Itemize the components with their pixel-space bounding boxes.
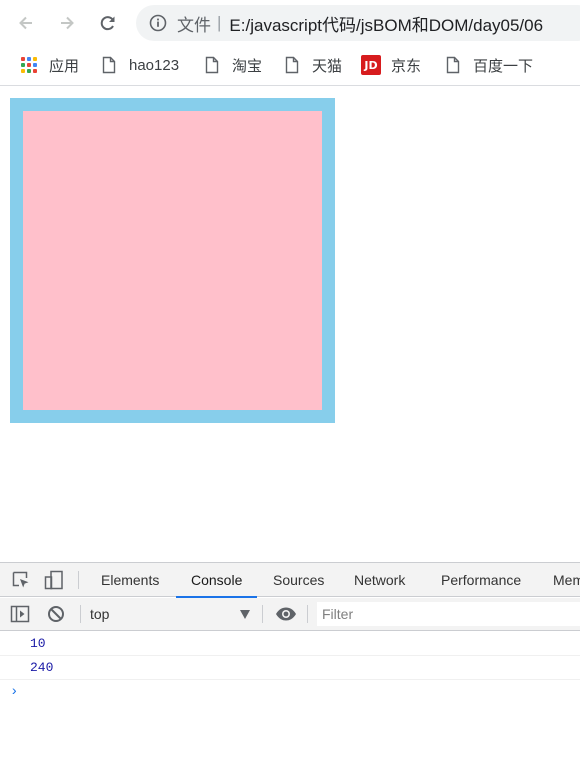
chevron-down-icon[interactable] [240,610,250,619]
outer-box [10,98,335,423]
forward-button[interactable] [53,9,81,37]
bookmark-hao123[interactable]: hao123 [100,46,179,84]
bookmark-label: hao123 [129,56,180,74]
bookmark-apps[interactable]: 应用 [20,46,79,84]
console-log-row: 10 [0,632,580,656]
bookmark-label: 淘宝 [232,57,263,75]
toolbar-divider [80,605,81,623]
tab-divider [78,571,79,589]
sidebar-toggle-icon[interactable] [10,604,30,624]
toolbar-divider [262,605,263,623]
reload-icon [100,16,115,31]
tab-network[interactable]: Network [354,563,405,597]
tab-elements[interactable]: Elements [101,563,159,597]
browser-toolbar: 文件 | E:/javascript代码/jsBOM和DOM/day05/06 [0,0,580,46]
inner-box [23,111,322,410]
page-icon [283,56,301,74]
back-arrow-icon [19,16,32,30]
bookmark-label: 京东 [391,57,422,75]
bookmark-label: 应用 [49,57,80,75]
jd-logo-icon: JD [361,55,381,75]
filter-input[interactable] [317,602,580,626]
bookmark-label: 天猫 [312,57,343,75]
scheme-separator: | [217,13,222,32]
tab-memory[interactable]: Mem [553,563,580,597]
tab-console[interactable]: Console [175,563,258,598]
bookmark-baidu[interactable]: 百度一下 [444,46,533,84]
console-log-row: 240 [0,656,580,680]
apps-grid-icon [20,56,38,74]
page-viewport [0,87,580,562]
bookmark-taobao[interactable]: 淘宝 [203,46,262,84]
bookmark-tmall[interactable]: 天猫 [283,46,342,84]
clear-console-icon[interactable] [46,604,66,624]
scheme-label: 文件 [177,15,211,35]
devtools-tabbar: Elements Console Sources Network Perform… [0,563,580,598]
info-icon[interactable] [149,14,167,32]
device-toolbar-icon[interactable] [44,570,64,590]
forward-arrow-icon [61,16,74,30]
toolbar-divider [307,605,308,623]
address-bar[interactable]: 文件 | E:/javascript代码/jsBOM和DOM/day05/06 [136,5,580,41]
tab-sources[interactable]: Sources [273,563,324,597]
back-button[interactable] [12,9,40,37]
devtools-panel: Elements Console Sources Network Perform… [0,562,580,780]
page-icon [100,56,118,74]
page-icon [444,56,462,74]
console-prompt[interactable]: › [0,680,580,704]
context-select[interactable]: top [90,598,109,630]
url-text[interactable]: E:/javascript代码/jsBOM和DOM/day05/06 [229,11,543,36]
bookmarks-bar: 应用 hao123 淘宝 天猫 JD 京东 百度一下 [0,46,580,86]
bookmark-jd[interactable]: JD 京东 [361,46,421,84]
bookmark-label: 百度一下 [473,57,534,75]
eye-icon[interactable] [274,604,298,624]
console-toolbar: top [0,598,580,631]
page-icon [203,56,221,74]
inspect-element-icon[interactable] [11,570,31,590]
reload-button[interactable] [94,9,122,37]
console-output: 10 240 › [0,632,580,780]
tab-performance[interactable]: Performance [441,563,521,597]
